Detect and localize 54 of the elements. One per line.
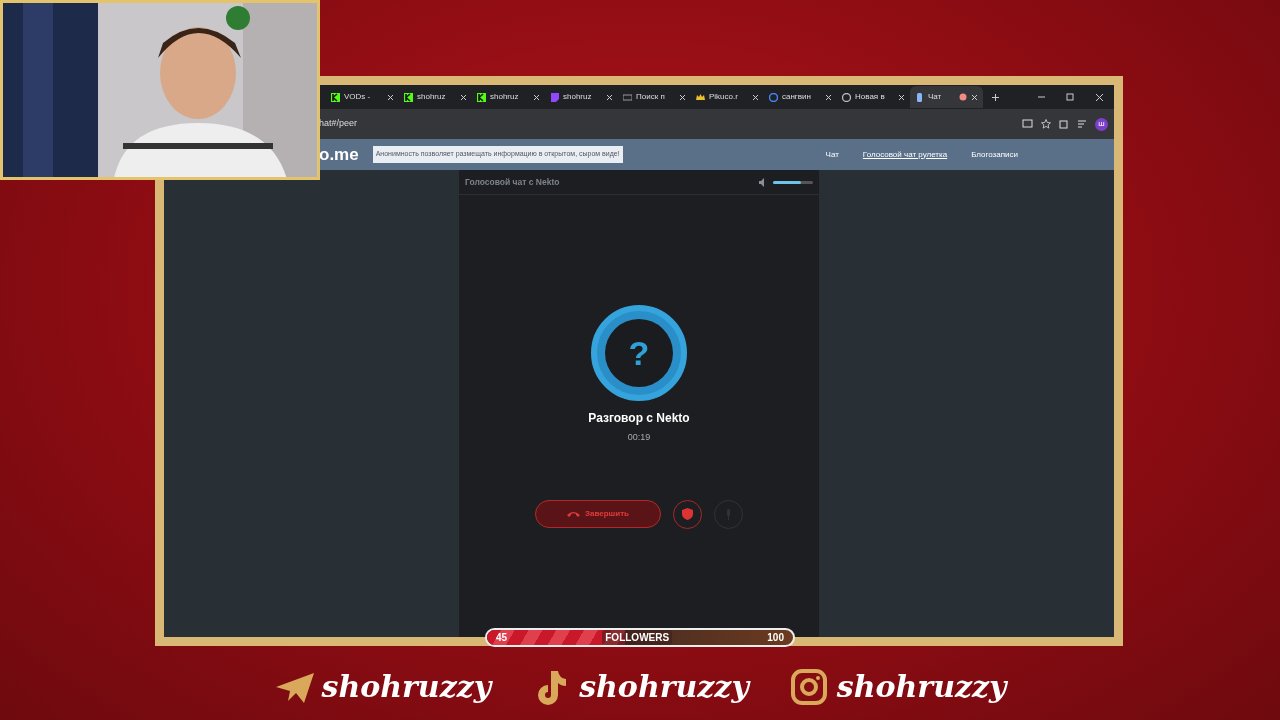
close-icon[interactable] <box>752 93 759 101</box>
social-handle: shohruzzy <box>579 668 749 706</box>
close-icon[interactable] <box>825 93 832 101</box>
call-title: Разговор с Nekto <box>588 410 690 427</box>
puzzle-icon[interactable] <box>1059 119 1069 129</box>
browser-tab[interactable]: shohruz <box>399 86 472 108</box>
social-handle: shohruzzy <box>836 668 1007 706</box>
page-icon <box>623 92 632 102</box>
kick-logo-icon <box>331 92 340 102</box>
close-icon[interactable] <box>606 93 613 101</box>
browser-tab[interactable]: shohruz <box>472 86 545 108</box>
browser-tab[interactable]: Pikuco.r <box>691 86 764 108</box>
close-icon[interactable] <box>898 93 905 101</box>
star-icon[interactable] <box>1041 119 1051 129</box>
browser-tab[interactable]: сангвин <box>764 86 837 108</box>
profile-avatar[interactable]: ш <box>1095 117 1108 131</box>
question-mark: ? <box>605 319 673 387</box>
browser-tab[interactable]: VODs - <box>326 86 399 108</box>
followers-label: FOLLOWERS <box>602 630 673 645</box>
cast-icon[interactable] <box>1022 119 1033 129</box>
microphone-icon <box>915 92 924 102</box>
nav-link[interactable]: Блогозаписи <box>971 148 1018 161</box>
close-icon[interactable] <box>533 93 540 101</box>
close-icon[interactable] <box>679 93 686 101</box>
globe-icon <box>842 92 851 102</box>
follower-count: 45 <box>496 631 508 645</box>
camera-icon <box>788 666 829 707</box>
panel-title: Голосовой чат с Nekto <box>465 175 561 189</box>
site-logo[interactable]: o.me <box>319 141 359 168</box>
volume-slider[interactable] <box>773 180 813 184</box>
playlist-icon[interactable] <box>1077 119 1087 129</box>
nav-link[interactable]: Голосовой чат рулетка <box>862 148 948 161</box>
twitch-logo-icon <box>550 92 559 102</box>
kick-logo-icon <box>477 92 486 102</box>
browser-tab[interactable]: Чат <box>910 86 983 108</box>
close-icon[interactable] <box>1095 92 1104 102</box>
restore-icon[interactable] <box>1066 92 1075 102</box>
browser-tab[interactable]: Новая в <box>837 86 910 108</box>
call-timer: 00:19 <box>627 431 651 444</box>
close-icon[interactable] <box>971 93 978 101</box>
crown-icon <box>696 92 705 102</box>
plus-icon[interactable] <box>991 92 1000 102</box>
google-logo-icon <box>769 92 778 102</box>
close-icon[interactable] <box>460 93 467 101</box>
nav-link[interactable]: Чат <box>825 148 839 161</box>
shield-icon <box>682 508 693 520</box>
kick-logo-icon <box>404 92 413 102</box>
browser-tab[interactable]: shohruz <box>545 86 618 108</box>
address-bar[interactable]: hat#/peer <box>319 117 1014 131</box>
browser-tab[interactable]: Поиск п <box>618 86 691 108</box>
social-handle: shohruzzy <box>321 668 492 706</box>
follower-goal: 100 <box>767 631 784 645</box>
hang-up-icon <box>567 510 580 518</box>
close-icon[interactable] <box>387 93 394 101</box>
